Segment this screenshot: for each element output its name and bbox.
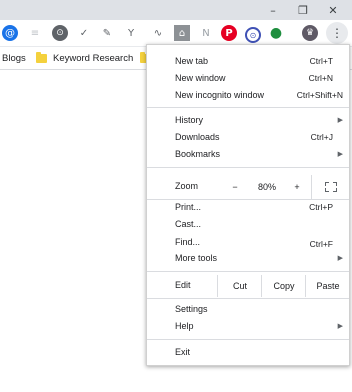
menu-divider bbox=[147, 107, 349, 108]
menu-item-help[interactable]: Help ▶ bbox=[147, 318, 349, 334]
more-vert-icon: ⋮ bbox=[331, 26, 343, 40]
title-bar: – ❐ ✕ bbox=[0, 0, 352, 20]
menu-item-cast[interactable]: Cast... bbox=[147, 216, 349, 232]
zoom-level: 80% bbox=[257, 182, 276, 192]
extension-icon-12[interactable]: ● bbox=[268, 25, 284, 41]
extension-icon-1[interactable]: @ bbox=[2, 25, 18, 41]
paste-button[interactable]: Paste bbox=[305, 275, 350, 297]
fullscreen-button[interactable] bbox=[311, 175, 350, 199]
menu-item-downloads[interactable]: Downloads Ctrl+J bbox=[147, 129, 349, 145]
menu-item-settings[interactable]: Settings bbox=[147, 301, 349, 317]
minimize-button[interactable]: – bbox=[258, 0, 288, 20]
edit-row: Edit Cut Copy Paste bbox=[147, 275, 349, 297]
extension-icon-3[interactable]: ⊙ bbox=[52, 25, 68, 41]
menu-item-new-tab[interactable]: New tab Ctrl+T bbox=[147, 53, 349, 69]
minimize-icon: – bbox=[270, 3, 276, 17]
submenu-arrow-icon: ▶ bbox=[337, 150, 343, 158]
plus-icon: + bbox=[294, 182, 300, 192]
restore-icon: ❐ bbox=[298, 3, 308, 17]
menu-item-history[interactable]: History ▶ bbox=[147, 112, 349, 128]
menu-item-new-incognito-window[interactable]: New incognito window Ctrl+Shift+N bbox=[147, 87, 349, 103]
menu-divider bbox=[147, 298, 349, 299]
bookmark-blogs[interactable]: Blogs bbox=[2, 51, 26, 65]
submenu-arrow-icon: ▶ bbox=[337, 254, 343, 262]
menu-item-find[interactable]: Find... Ctrl+F bbox=[147, 234, 349, 250]
zoom-out-button[interactable]: − bbox=[221, 175, 249, 199]
chrome-menu: New tab Ctrl+T New window Ctrl+N New inc… bbox=[146, 44, 350, 366]
close-button[interactable]: ✕ bbox=[318, 0, 348, 20]
chrome-menu-button[interactable]: ⋮ bbox=[326, 22, 348, 44]
extension-icon-5[interactable]: ✎ bbox=[99, 25, 115, 41]
toolbar: @ ≡ ⊙ ✓ ✎ Y ∿ ⌂ N P ⊙ ● ♛ ⋮ bbox=[0, 20, 352, 47]
extension-icon-4[interactable]: ✓ bbox=[76, 25, 92, 41]
bookmark-keyword-research[interactable]: Keyword Research bbox=[36, 51, 133, 65]
menu-item-print[interactable]: Print... Ctrl+P bbox=[147, 199, 349, 215]
close-icon: ✕ bbox=[328, 3, 338, 17]
folder-icon bbox=[36, 51, 47, 63]
submenu-arrow-icon: ▶ bbox=[337, 116, 343, 124]
minus-icon: − bbox=[232, 182, 238, 192]
extension-icon-7[interactable]: ∿ bbox=[150, 25, 166, 41]
pinterest-icon[interactable]: P bbox=[221, 25, 237, 41]
cut-button[interactable]: Cut bbox=[217, 275, 262, 297]
submenu-arrow-icon: ▶ bbox=[337, 322, 343, 330]
menu-divider bbox=[147, 271, 349, 272]
fullscreen-icon bbox=[325, 182, 337, 192]
menu-item-exit[interactable]: Exit bbox=[147, 344, 349, 360]
menu-divider bbox=[147, 339, 349, 340]
profile-avatar[interactable]: ♛ bbox=[302, 25, 318, 41]
extension-icon-9[interactable]: N bbox=[198, 25, 214, 41]
extension-icon-8[interactable]: ⌂ bbox=[174, 25, 190, 41]
copy-button[interactable]: Copy bbox=[261, 275, 306, 297]
extension-icon-6[interactable]: Y bbox=[123, 25, 139, 41]
menu-item-new-window[interactable]: New window Ctrl+N bbox=[147, 70, 349, 86]
menu-item-more-tools[interactable]: More tools ▶ bbox=[147, 250, 349, 266]
menu-divider bbox=[147, 167, 349, 168]
zoom-row: Zoom − 80% + bbox=[147, 175, 349, 199]
zoom-in-button[interactable]: + bbox=[283, 175, 311, 199]
extension-icon-2[interactable]: ≡ bbox=[27, 25, 43, 41]
menu-item-bookmarks[interactable]: Bookmarks ▶ bbox=[147, 146, 349, 162]
extension-icon-11[interactable]: ⊙ bbox=[245, 27, 261, 43]
restore-button[interactable]: ❐ bbox=[288, 0, 318, 20]
